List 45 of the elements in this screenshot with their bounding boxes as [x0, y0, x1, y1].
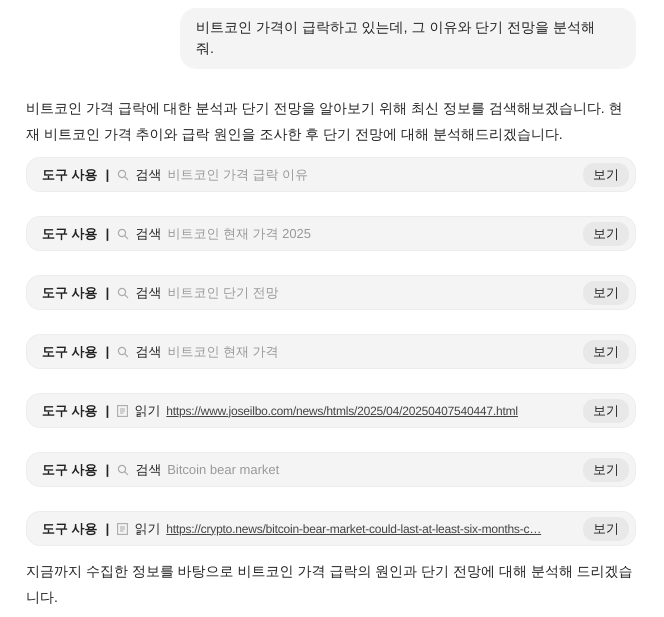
- tool-action: 검색: [135, 460, 162, 478]
- view-button[interactable]: 보기: [583, 458, 629, 482]
- separator: |: [106, 285, 110, 300]
- tool-label: 도구 사용: [42, 284, 98, 302]
- tool-action: 읽기: [134, 402, 160, 420]
- search-query: 비트코인 현재 가격 2025: [167, 224, 312, 242]
- search-icon: [117, 168, 130, 180]
- search-icon: [117, 346, 130, 358]
- source-link[interactable]: https://crypto.news/bitcoin-bear-market-could-last-at-least-six-months-c…: [166, 522, 577, 536]
- search-query: 비트코인 단기 전망: [167, 284, 280, 302]
- tool-label: 도구 사용: [42, 402, 98, 420]
- tool-action: 검색: [135, 166, 162, 184]
- assistant-message: 비트코인 가격 급락에 대한 분석과 단기 전망을 알아보기 위해 최신 정보를 검색해보겠습니다. 현재 비트코인 가격 추이와 급락 원인을 조사한 후 단기 전망에 대해 분석해드리겠습니다.: [26, 99, 624, 144]
- search-icon: [117, 464, 130, 476]
- search-query: 비트코인 현재 가격: [167, 342, 280, 360]
- tool-action: 검색: [135, 224, 162, 242]
- view-button[interactable]: 보기: [583, 222, 629, 246]
- search-query: 비트코인 가격 급락 이유: [167, 166, 310, 184]
- tool-action: 검색: [135, 284, 162, 302]
- view-button[interactable]: 보기: [583, 162, 629, 186]
- view-button[interactable]: 보기: [583, 340, 629, 364]
- search-icon: [117, 228, 130, 240]
- separator: |: [106, 462, 110, 477]
- assistant-message: 지금까지 수집한 정보를 바탕으로 비트코인 가격 급락의 원인과 단기 전망에 대해 분석해 드리겠습니다.: [26, 562, 634, 607]
- source-link[interactable]: https://www.joseilbo.com/news/htmls/2025/04/20250407540447.html: [166, 404, 577, 418]
- tool-label: 도구 사용: [42, 460, 98, 478]
- tool-action: 검색: [135, 342, 162, 360]
- user-message: 비트코인 가격이 급락하고 있는데, 그 이유와 단기 전망을 분석해 줘.: [180, 8, 636, 69]
- tool-label: 도구 사용: [42, 166, 98, 184]
- tool-label: 도구 사용: [42, 224, 98, 242]
- document-icon: [117, 404, 128, 416]
- separator: |: [106, 403, 110, 418]
- separator: |: [106, 167, 110, 182]
- view-button[interactable]: 보기: [583, 398, 629, 422]
- tool-action: 읽기: [134, 520, 160, 538]
- search-query: Bitcoin bear market: [167, 462, 280, 477]
- separator: |: [106, 226, 110, 241]
- separator: |: [106, 521, 110, 536]
- search-icon: [117, 286, 130, 298]
- view-button[interactable]: 보기: [583, 280, 629, 304]
- tool-label: 도구 사용: [42, 520, 98, 538]
- document-icon: [117, 522, 128, 534]
- tool-label: 도구 사용: [42, 342, 98, 360]
- separator: |: [106, 344, 110, 359]
- view-button[interactable]: 보기: [583, 516, 629, 540]
